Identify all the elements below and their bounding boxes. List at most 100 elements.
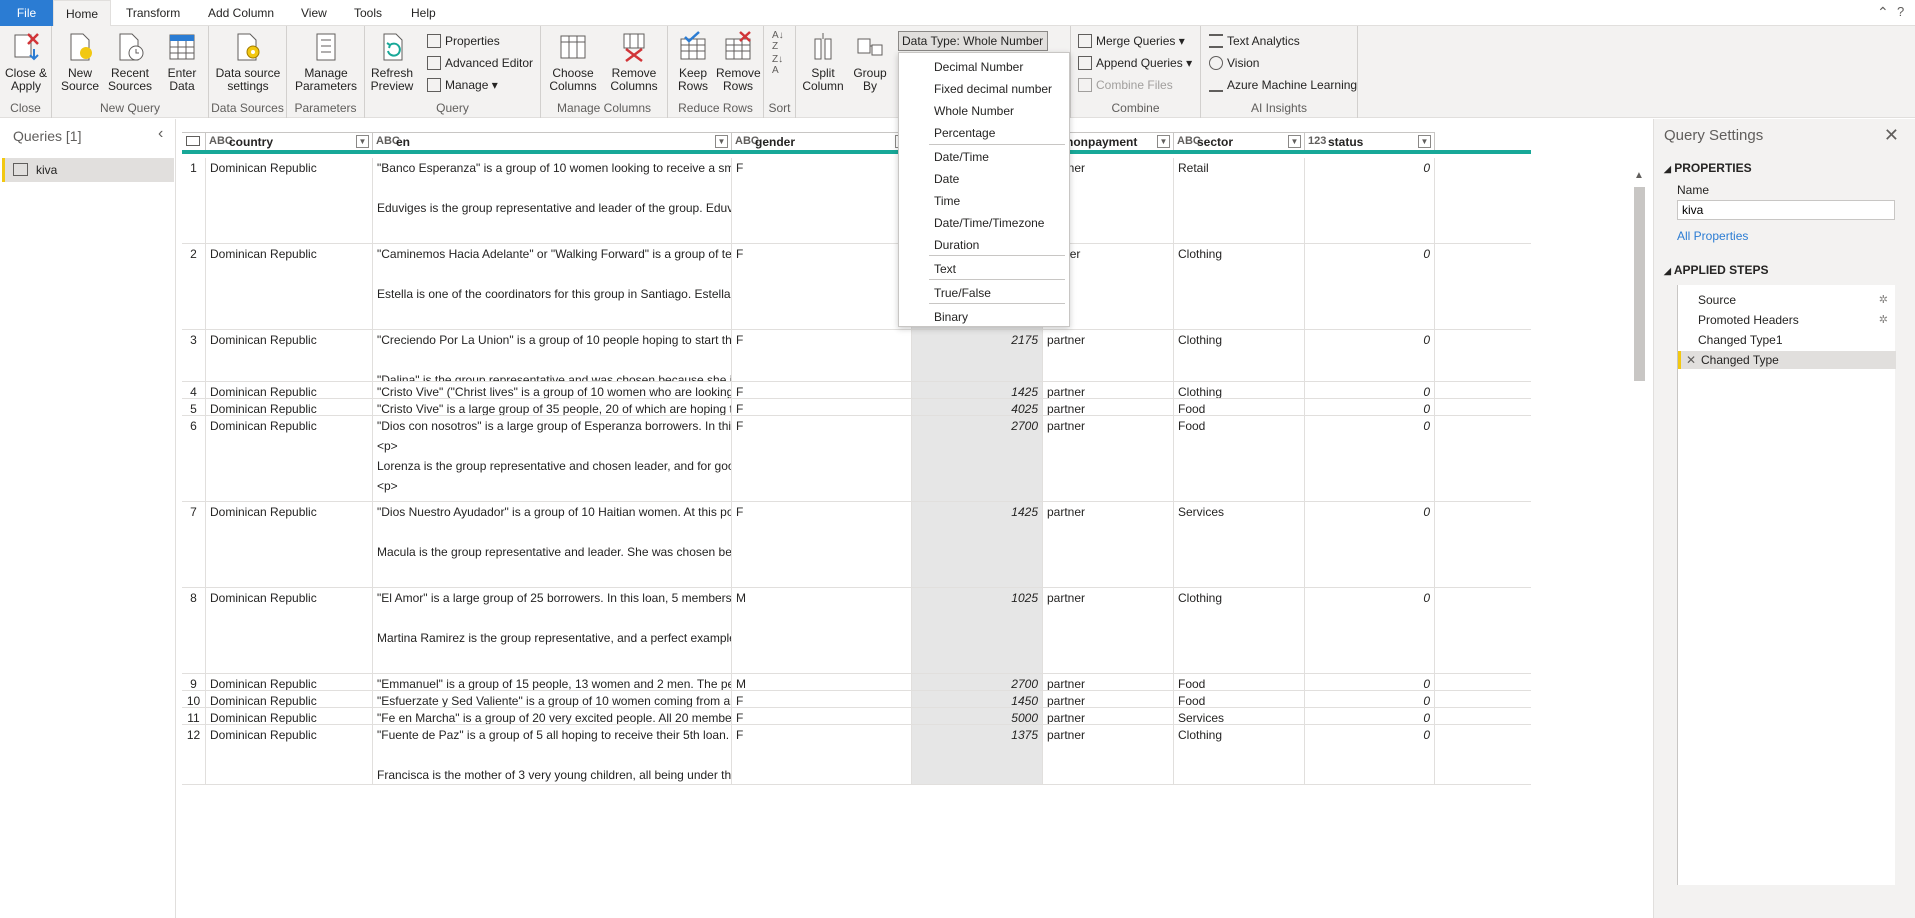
cell-en[interactable]: "Cristo Vive" ("Christ lives" is a group… [373, 382, 732, 398]
cell-sector[interactable]: Clothing [1174, 725, 1305, 784]
cell-amount[interactable]: 2700 [912, 416, 1043, 501]
remove-columns-button[interactable]: Remove Columns [605, 29, 663, 93]
row-number[interactable]: 5 [182, 399, 206, 415]
azure-ml-button[interactable]: Azure Machine Learning [1209, 76, 1357, 94]
row-number[interactable]: 1 [182, 158, 206, 243]
refresh-preview-button[interactable]: Refresh Preview [367, 29, 417, 93]
cell-country[interactable]: Dominican Republic [206, 674, 373, 690]
table-row[interactable]: 7 Dominican Republic "Dios Nuestro Ayudado… [182, 502, 1531, 588]
cell-country[interactable]: Dominican Republic [206, 399, 373, 415]
split-column-button[interactable]: Split Column [800, 29, 846, 93]
cell-nonpayment[interactable]: partner [1043, 502, 1174, 587]
cell-gender[interactable]: F [732, 244, 912, 329]
cell-gender[interactable]: F [732, 691, 912, 707]
step-settings-icon[interactable]: ✲ [1879, 291, 1888, 309]
cell-sector[interactable]: Food [1174, 399, 1305, 415]
cell-status[interactable]: 0 [1305, 158, 1435, 243]
menu-item-text[interactable]: Text [899, 258, 1069, 280]
row-number[interactable]: 12 [182, 725, 206, 784]
cell-sector[interactable]: Clothing [1174, 330, 1305, 381]
table-row[interactable]: 2 Dominican Republic "Caminemos Hacia Adel… [182, 244, 1531, 330]
table-row[interactable]: 12 Dominican Republic "Fuente de Paz" is a… [182, 725, 1531, 785]
cell-status[interactable]: 0 [1305, 244, 1435, 329]
filter-dropdown-icon[interactable]: ▼ [1157, 135, 1170, 148]
cell-sector[interactable]: Food [1174, 674, 1305, 690]
cell-country[interactable]: Dominican Republic [206, 708, 373, 724]
cell-en[interactable]: "Fuente de Paz" is a group of 5 all hopi… [373, 725, 732, 784]
applied-step[interactable]: Changed Type1 [1678, 331, 1896, 349]
cell-amount[interactable]: 2700 [912, 674, 1043, 690]
cell-en[interactable]: "Banco Esperanza" is a group of 10 women… [373, 158, 732, 243]
collapse-ribbon-icon[interactable]: ⌃ [1877, 4, 1889, 21]
cell-country[interactable]: Dominican Republic [206, 244, 373, 329]
cell-en[interactable]: "Emmanuel" is a group of 15 people, 13 w… [373, 674, 732, 690]
properties-button[interactable]: Properties [427, 32, 500, 50]
cell-country[interactable]: Dominican Republic [206, 382, 373, 398]
menu-item-percentage[interactable]: Percentage [899, 122, 1069, 144]
column-header-gender[interactable]: ABCgender▼ [732, 132, 912, 150]
cell-en[interactable]: "Creciendo Por La Union" is a group of 1… [373, 330, 732, 381]
table-row[interactable]: 5 Dominican Republic "Cristo Vive" is a la… [182, 399, 1531, 416]
manage-button[interactable]: Manage ▾ [427, 76, 498, 94]
menu-item-fixed-decimal-number[interactable]: Fixed decimal number [899, 78, 1069, 100]
row-number[interactable]: 2 [182, 244, 206, 329]
menu-item-time[interactable]: Time [899, 190, 1069, 212]
cell-status[interactable]: 0 [1305, 674, 1435, 690]
remove-rows-button[interactable]: Remove Rows [716, 29, 761, 93]
merge-queries-button[interactable]: Merge Queries ▾ [1078, 32, 1185, 50]
sort-ascending-icon[interactable]: A↓ Z [772, 30, 784, 52]
delete-step-icon[interactable]: ✕ [1686, 351, 1696, 369]
cell-amount[interactable]: 1425 [912, 382, 1043, 398]
cell-nonpayment[interactable]: partner [1043, 382, 1174, 398]
cell-status[interactable]: 0 [1305, 691, 1435, 707]
tab-add-column[interactable]: Add Column [197, 0, 285, 26]
cell-status[interactable]: 0 [1305, 725, 1435, 784]
vision-button[interactable]: Vision [1209, 54, 1259, 72]
sort-descending-icon[interactable]: Z↓ A [772, 54, 783, 76]
row-number[interactable]: 7 [182, 502, 206, 587]
advanced-editor-button[interactable]: Advanced Editor [427, 54, 533, 72]
menu-item-binary[interactable]: Binary [899, 306, 1069, 328]
cell-gender[interactable]: F [732, 502, 912, 587]
menu-item-true-false[interactable]: True/False [899, 282, 1069, 304]
data-type-dropdown[interactable]: Data Type: Whole Number ▼ [898, 31, 1048, 65]
cell-status[interactable]: 0 [1305, 330, 1435, 381]
manage-parameters-button[interactable]: Manage Parameters [289, 29, 363, 93]
cell-nonpayment[interactable]: partner [1043, 416, 1174, 501]
applied-step[interactable]: Promoted Headers ✲ [1678, 311, 1896, 329]
cell-amount[interactable]: 1425 [912, 502, 1043, 587]
cell-country[interactable]: Dominican Republic [206, 691, 373, 707]
table-row[interactable]: 8 Dominican Republic "El Amor" is a large … [182, 588, 1531, 674]
cell-amount[interactable]: 2175 [912, 330, 1043, 381]
column-header-status[interactable]: 123 status ▼ [1305, 132, 1435, 150]
row-number[interactable]: 10 [182, 691, 206, 707]
row-number[interactable]: 9 [182, 674, 206, 690]
row-number[interactable]: 4 [182, 382, 206, 398]
cell-nonpayment[interactable]: partner [1043, 725, 1174, 784]
cell-sector[interactable]: Clothing [1174, 244, 1305, 329]
scroll-up-icon[interactable]: ▲ [1634, 170, 1644, 181]
cell-sector[interactable]: Services [1174, 708, 1305, 724]
cell-gender[interactable]: F [732, 399, 912, 415]
cell-sector[interactable]: Clothing [1174, 588, 1305, 673]
column-header-en[interactable]: ABC en ▼ [373, 132, 732, 150]
collapse-pane-icon[interactable]: ‹ [158, 125, 163, 143]
help-icon[interactable]: ? [1897, 4, 1904, 19]
table-row[interactable]: 11 Dominican Republic "Fe en Marcha" is a … [182, 708, 1531, 725]
table-row[interactable]: 3 Dominican Republic "Creciendo Por La Uni… [182, 330, 1531, 382]
choose-columns-button[interactable]: Choose Columns [545, 29, 601, 93]
tab-file[interactable]: File [0, 0, 53, 26]
column-header-sector[interactable]: ABC sector ▼ [1174, 132, 1305, 150]
cell-sector[interactable]: Services [1174, 502, 1305, 587]
cell-gender[interactable]: M [732, 674, 912, 690]
filter-dropdown-icon[interactable]: ▼ [715, 135, 728, 148]
cell-en[interactable]: "Dios con nosotros" is a large group of … [373, 416, 732, 501]
cell-country[interactable]: Dominican Republic [206, 588, 373, 673]
close-icon[interactable]: ✕ [1884, 125, 1899, 146]
cell-sector[interactable]: Retail [1174, 158, 1305, 243]
tab-home[interactable]: Home [53, 0, 111, 27]
applied-step[interactable]: Source ✲ [1678, 291, 1896, 309]
cell-gender[interactable]: F [732, 416, 912, 501]
filter-dropdown-icon[interactable]: ▼ [1288, 135, 1301, 148]
cell-amount[interactable]: 1450 [912, 691, 1043, 707]
